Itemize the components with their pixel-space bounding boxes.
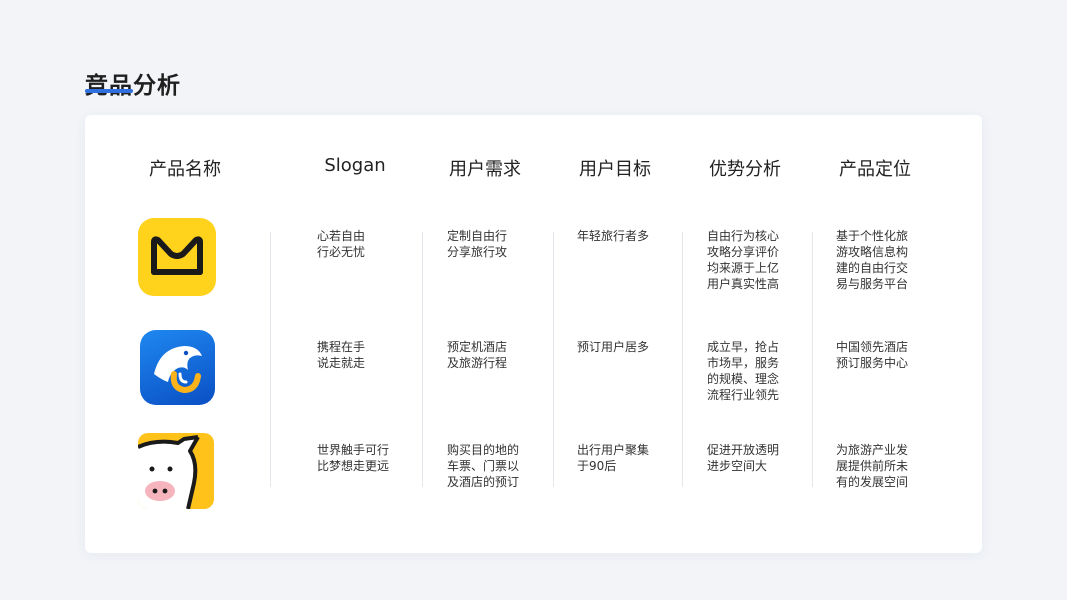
row1-user-goal: 年轻旅行者多	[577, 229, 650, 243]
column-divider	[812, 232, 813, 487]
fliggy-app-icon	[138, 433, 214, 509]
header-user-goals: 用户目标	[579, 159, 651, 180]
page-title: 竞品分析	[85, 73, 181, 99]
title-underline	[85, 89, 133, 93]
row2-positioning: 中国领先酒店 预订服务中心	[836, 340, 909, 370]
column-divider	[422, 232, 423, 487]
header-product-name: 产品名称	[149, 159, 221, 180]
header-user-needs: 用户需求	[449, 159, 521, 180]
row3-advantage: 促进开放透明 进步空间大	[707, 443, 780, 473]
row3-positioning: 为旅游产业发 展提供前所未 有的发展空间	[836, 443, 909, 489]
row2-advantage: 成立早，抢占 市场早，服务 的规模、理念 流程行业领先	[707, 340, 780, 402]
row1-advantage: 自由行为核心 攻略分享评价 均来源于上亿 用户真实性高	[707, 229, 780, 291]
row1-slogan: 心若自由 行必无忧	[317, 229, 366, 259]
row3-user-need: 购买目的地的 车票、门票以 及酒店的预订	[447, 443, 520, 489]
column-divider	[553, 232, 554, 487]
column-divider	[270, 232, 271, 487]
header-slogan: Slogan	[324, 155, 386, 176]
row1-positioning: 基于个性化旅 游攻略信息构 建的自由行交 易与服务平台	[836, 229, 909, 291]
column-divider	[682, 232, 683, 487]
comparison-card: 产品名称 Slogan 用户需求 用户目标 优势分析 产品定位 心若自由 行必无…	[85, 115, 982, 553]
row2-slogan: 携程在手 说走就走	[317, 340, 366, 370]
row3-slogan: 世界触手可行 比梦想走更远	[317, 443, 390, 473]
row1-user-need: 定制自由行 分享旅行攻	[447, 229, 508, 259]
ctrip-app-icon	[140, 330, 215, 405]
row2-user-need: 预定机酒店 及旅游行程	[447, 340, 508, 370]
header-advantage-analysis: 优势分析	[709, 159, 781, 180]
header-product-positioning: 产品定位	[839, 159, 911, 180]
qunar-app-icon	[138, 218, 216, 296]
row2-user-goal: 预订用户居多	[577, 340, 650, 354]
row3-user-goal: 出行用户聚集 于90后	[577, 443, 650, 473]
